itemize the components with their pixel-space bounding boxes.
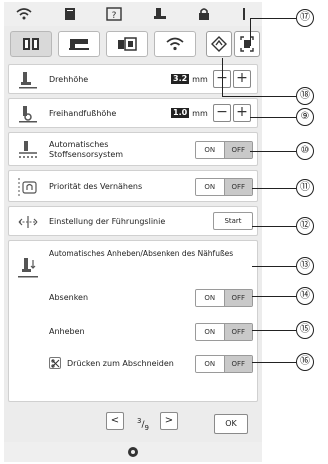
presser-foot-icon[interactable]: [146, 5, 174, 23]
priority-off-button[interactable]: OFF: [223, 179, 252, 195]
tab-sewing-settings[interactable]: [58, 31, 100, 57]
cut-toggle[interactable]: ON OFF: [195, 355, 253, 373]
fabric-sensor-label-line2: Stoffsensorsystem: [49, 150, 124, 159]
guideline-icon: [17, 211, 39, 233]
ok-button[interactable]: OK: [214, 414, 248, 434]
fabric-sensor-label-line1: Automatisches: [49, 140, 109, 149]
screen-capture-button[interactable]: [234, 31, 260, 57]
chevron-left-icon: <: [110, 415, 120, 426]
reset-button[interactable]: [206, 31, 232, 57]
status-bar: ?: [4, 2, 262, 26]
leader-13: [252, 266, 296, 268]
leader-18: [222, 58, 224, 96]
callout-18: ⑱: [296, 87, 314, 105]
pivot-height-row: Drehhöhe 3.2 mm − +: [8, 64, 258, 94]
auto-presser-foot-group: Automatisches Anheben/Absenken des Nähfu…: [8, 240, 258, 402]
embroidery-icon: [118, 37, 137, 51]
tab-bar: [4, 28, 262, 60]
callout-10: ⑩: [296, 142, 314, 160]
raise-on-button[interactable]: ON: [196, 324, 224, 340]
fabric-sensor-row: Automatisches Stoffsensorsystem ON OFF: [8, 132, 258, 166]
lower-toggle[interactable]: ON OFF: [195, 289, 253, 307]
needle-icon[interactable]: [230, 5, 258, 23]
priority-row: Priorität des Vernähens ON OFF: [8, 170, 258, 202]
leader-10: [250, 151, 296, 153]
leader-12: [252, 226, 296, 228]
callout-11: ⑪: [296, 179, 314, 197]
tab-embroidery-settings[interactable]: [106, 31, 148, 57]
wifi-icon[interactable]: [10, 5, 38, 23]
leader-17: [250, 18, 252, 46]
leader-15: [252, 330, 296, 332]
guideline-start-button[interactable]: Start: [213, 212, 253, 230]
callout-13: ⑬: [296, 257, 314, 275]
auto-presser-foot-icon: [17, 257, 39, 279]
leader-16: [252, 362, 296, 364]
free-motion-height-label: Freihandfußhöhe: [49, 109, 117, 118]
leader-11: [252, 188, 296, 190]
bottom-bar: [4, 442, 262, 462]
raise-label: Anheben: [49, 327, 85, 336]
fabric-sensor-on-button[interactable]: ON: [196, 142, 224, 158]
leader-17-h: [250, 18, 296, 20]
lower-off-button[interactable]: OFF: [223, 290, 252, 306]
tab-general-settings[interactable]: [10, 31, 52, 57]
callout-12: ⑫: [296, 217, 314, 235]
prev-page-button[interactable]: <: [106, 412, 124, 430]
lock-icon[interactable]: [190, 5, 218, 23]
leader-14: [252, 296, 296, 298]
free-motion-height-minus-button[interactable]: −: [213, 104, 231, 122]
scissors-icon: [49, 357, 61, 369]
fabric-sensor-toggle[interactable]: ON OFF: [195, 141, 253, 159]
settings-book-icon: [23, 38, 39, 50]
guideline-label: Einstellung der Führungslinie: [49, 217, 166, 226]
callout-15: ⑮: [296, 321, 314, 339]
page-indicator: 3/9: [137, 417, 149, 432]
cut-on-button[interactable]: ON: [196, 356, 224, 372]
priority-on-button[interactable]: ON: [196, 179, 224, 195]
raise-off-button[interactable]: OFF: [223, 324, 252, 340]
free-motion-height-row: Freihandfußhöhe 1.0 mm − +: [8, 98, 258, 128]
callout-17: ⑰: [296, 9, 314, 27]
lower-label: Absenken: [49, 293, 89, 302]
chevron-right-icon: >: [164, 415, 174, 426]
lower-on-button[interactable]: ON: [196, 290, 224, 306]
wifi-icon: [166, 37, 184, 51]
guideline-row: Einstellung der Führungslinie Start: [8, 206, 258, 236]
footer: < 3/9 > OK: [4, 406, 262, 440]
leader-9: [250, 117, 296, 119]
home-icon[interactable]: [127, 446, 139, 458]
callout-16: ⑯: [296, 353, 314, 371]
pivot-height-plus-button[interactable]: +: [233, 70, 251, 88]
priority-toggle[interactable]: ON OFF: [195, 178, 253, 196]
page-icon[interactable]: [56, 5, 84, 23]
pivot-height-value: 3.2 mm: [171, 74, 208, 84]
free-motion-foot-icon: [17, 103, 39, 125]
capture-icon: [240, 36, 254, 52]
reinforcement-priority-icon: [17, 176, 39, 198]
settings-screen: ? Drehhöhe 3.2 mm + Freihandfußhöhe 1.0 …: [4, 2, 262, 462]
pivot-height-label: Drehhöhe: [49, 75, 89, 84]
raise-toggle[interactable]: ON OFF: [195, 323, 253, 341]
cut-label: Drücken zum Abschneiden: [67, 359, 174, 368]
fabric-sensor-off-button[interactable]: OFF: [223, 142, 252, 158]
pivot-height-icon: [17, 69, 39, 91]
auto-lift-title: Automatisches Anheben/Absenken des Nähfu…: [49, 249, 234, 258]
machine-icon: [69, 39, 89, 50]
next-page-button[interactable]: >: [160, 412, 178, 430]
leader-18-h: [222, 96, 296, 98]
priority-label: Priorität des Vernähens: [49, 182, 143, 191]
free-motion-height-value: 1.0 mm: [171, 108, 208, 118]
cut-off-button[interactable]: OFF: [223, 356, 252, 372]
free-motion-height-plus-button[interactable]: +: [233, 104, 251, 122]
tab-network-settings[interactable]: [154, 31, 196, 57]
fabric-sensor-icon: [17, 139, 39, 161]
svg-text:?: ?: [112, 11, 117, 21]
callout-9: ⑨: [296, 108, 314, 126]
callout-14: ⑭: [296, 287, 314, 305]
help-icon[interactable]: ?: [100, 5, 128, 23]
reset-icon: [211, 36, 227, 52]
